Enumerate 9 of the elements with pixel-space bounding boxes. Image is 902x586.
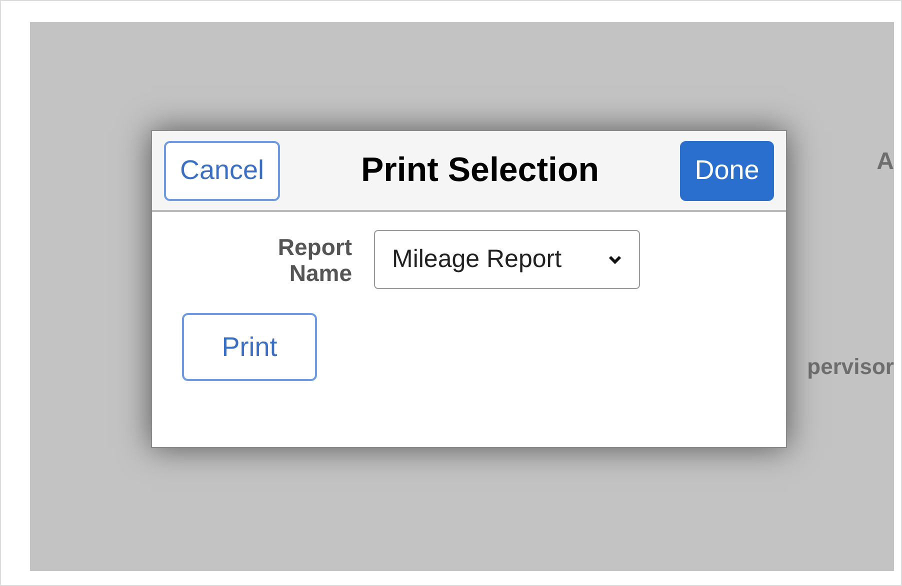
report-select[interactable]: Mileage Report <box>374 230 640 289</box>
background-label: A <box>876 150 894 174</box>
done-button[interactable]: Done <box>680 140 774 200</box>
dialog-title: Print Selection <box>360 150 600 191</box>
cancel-button[interactable]: Cancel <box>164 140 280 200</box>
field-label: Report Name <box>276 234 352 286</box>
chevron-down-icon <box>608 254 622 264</box>
print-button[interactable]: Print <box>182 313 317 381</box>
background-label: pervisor <box>807 356 894 378</box>
